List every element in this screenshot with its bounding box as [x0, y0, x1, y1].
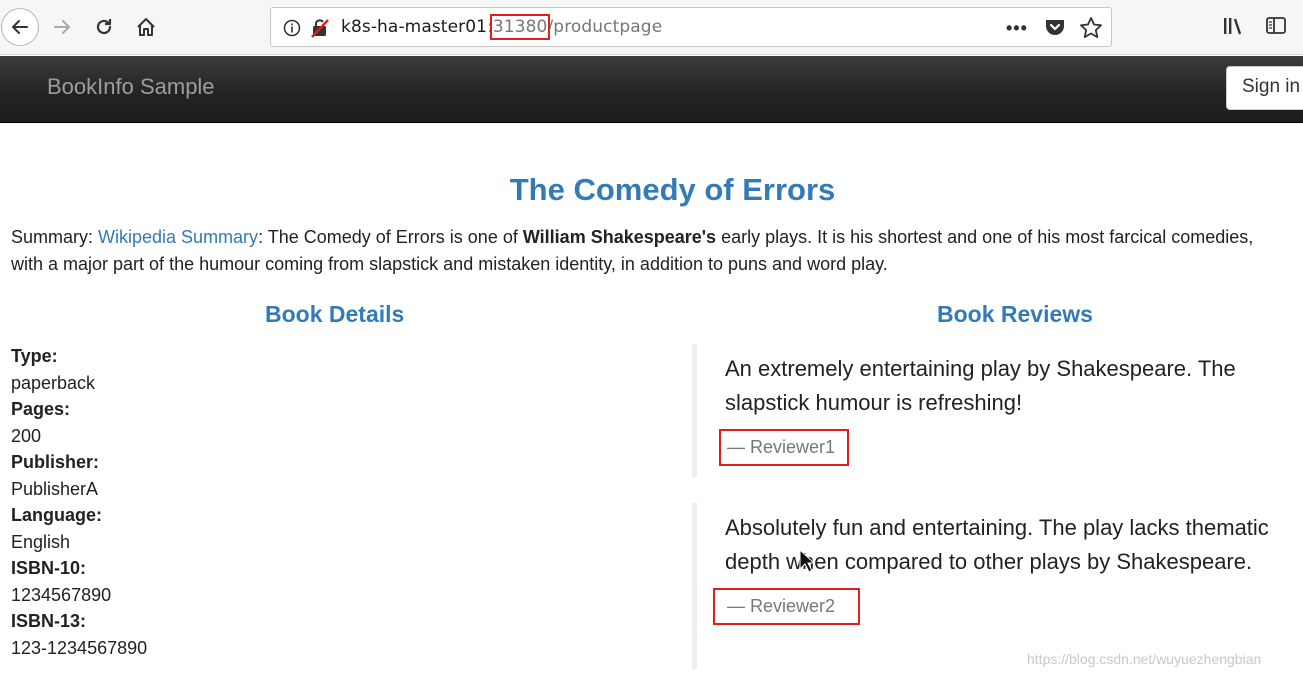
detail-value-pages: 200 [11, 425, 42, 446]
browser-toolbar: k8s-ha-master01:31380/productpage ••• [0, 0, 1303, 55]
url-text[interactable]: k8s-ha-master01:31380/productpage [341, 14, 663, 40]
summary-author: William Shakespeare's [522, 227, 717, 247]
product-summary: Summary: Wikipedia Summary: The Comedy o… [11, 224, 1303, 278]
sign-in-button[interactable]: Sign in [1226, 66, 1303, 110]
page-actions-more-icon[interactable]: ••• [1006, 18, 1028, 39]
page-title: The Comedy of Errors [509, 172, 836, 207]
detail-value-publisher: PublisherA [11, 478, 99, 499]
home-icon [137, 18, 155, 36]
library-icon[interactable] [1222, 15, 1246, 37]
info-icon[interactable] [283, 19, 301, 37]
reload-button[interactable] [88, 9, 120, 45]
back-button[interactable] [1, 8, 39, 46]
detail-label-isbn10: ISBN-10: [11, 558, 87, 578]
address-bar[interactable]: k8s-ha-master01:31380/productpage ••• [270, 7, 1112, 47]
detail-value-isbn10: 1234567890 [11, 584, 112, 605]
review-text: An extremely entertaining play by Shakes… [725, 356, 1236, 415]
detail-label-publisher: Publisher: [11, 452, 100, 472]
url-path: /productpage [547, 17, 663, 37]
app-navbar: BookInfo Sample Sign in [0, 56, 1303, 123]
detail-value-language: English [11, 531, 71, 552]
detail-label-pages: Pages: [11, 399, 71, 419]
url-port-highlight: 31380 [489, 14, 551, 40]
book-reviews-heading: Book Reviews [937, 301, 1093, 327]
sidebar-icon[interactable] [1265, 15, 1287, 37]
summary-text-2: early plays. It is his shortest and one … [716, 227, 1254, 247]
back-arrow-icon [12, 20, 28, 34]
book-details-list: Type: paperback Pages: 200 Publisher: Pu… [11, 343, 147, 661]
reviewer-name-highlight: — Reviewer2 [713, 588, 860, 625]
summary-label: Summary: [11, 227, 99, 247]
url-host: k8s-ha-master01 [341, 17, 488, 37]
detail-value-isbn13: 123-1234567890 [11, 637, 148, 658]
review-item: An extremely entertaining play by Shakes… [692, 344, 1303, 477]
mouse-cursor-icon [799, 549, 815, 573]
watermark: https://blog.csdn.net/wuyuezhengbian [1027, 651, 1262, 667]
detail-label-type: Type: [11, 346, 58, 366]
pocket-icon[interactable] [1044, 17, 1066, 37]
book-details-heading: Book Details [265, 301, 405, 327]
detail-label-language: Language: [11, 505, 103, 525]
reviewer-name-highlight: — Reviewer1 [719, 429, 849, 466]
summary-line-2: with a major part of the humour coming f… [11, 254, 888, 274]
navbar-brand[interactable]: BookInfo Sample [47, 74, 215, 100]
forward-arrow-icon [54, 20, 70, 34]
home-button[interactable] [130, 9, 162, 45]
detail-label-isbn13: ISBN-13: [11, 611, 87, 631]
wikipedia-summary-link[interactable]: Wikipedia Summary [98, 227, 258, 247]
detail-value-type: paperback [11, 372, 96, 393]
insecure-connection-icon[interactable] [309, 17, 331, 39]
review-item: Absolutely fun and entertaining. The pla… [692, 503, 1303, 669]
summary-text-1: : The Comedy of Errors is one of [258, 227, 523, 247]
reload-icon [96, 19, 112, 35]
forward-button[interactable] [46, 9, 78, 45]
bookmark-star-icon[interactable] [1079, 16, 1103, 40]
